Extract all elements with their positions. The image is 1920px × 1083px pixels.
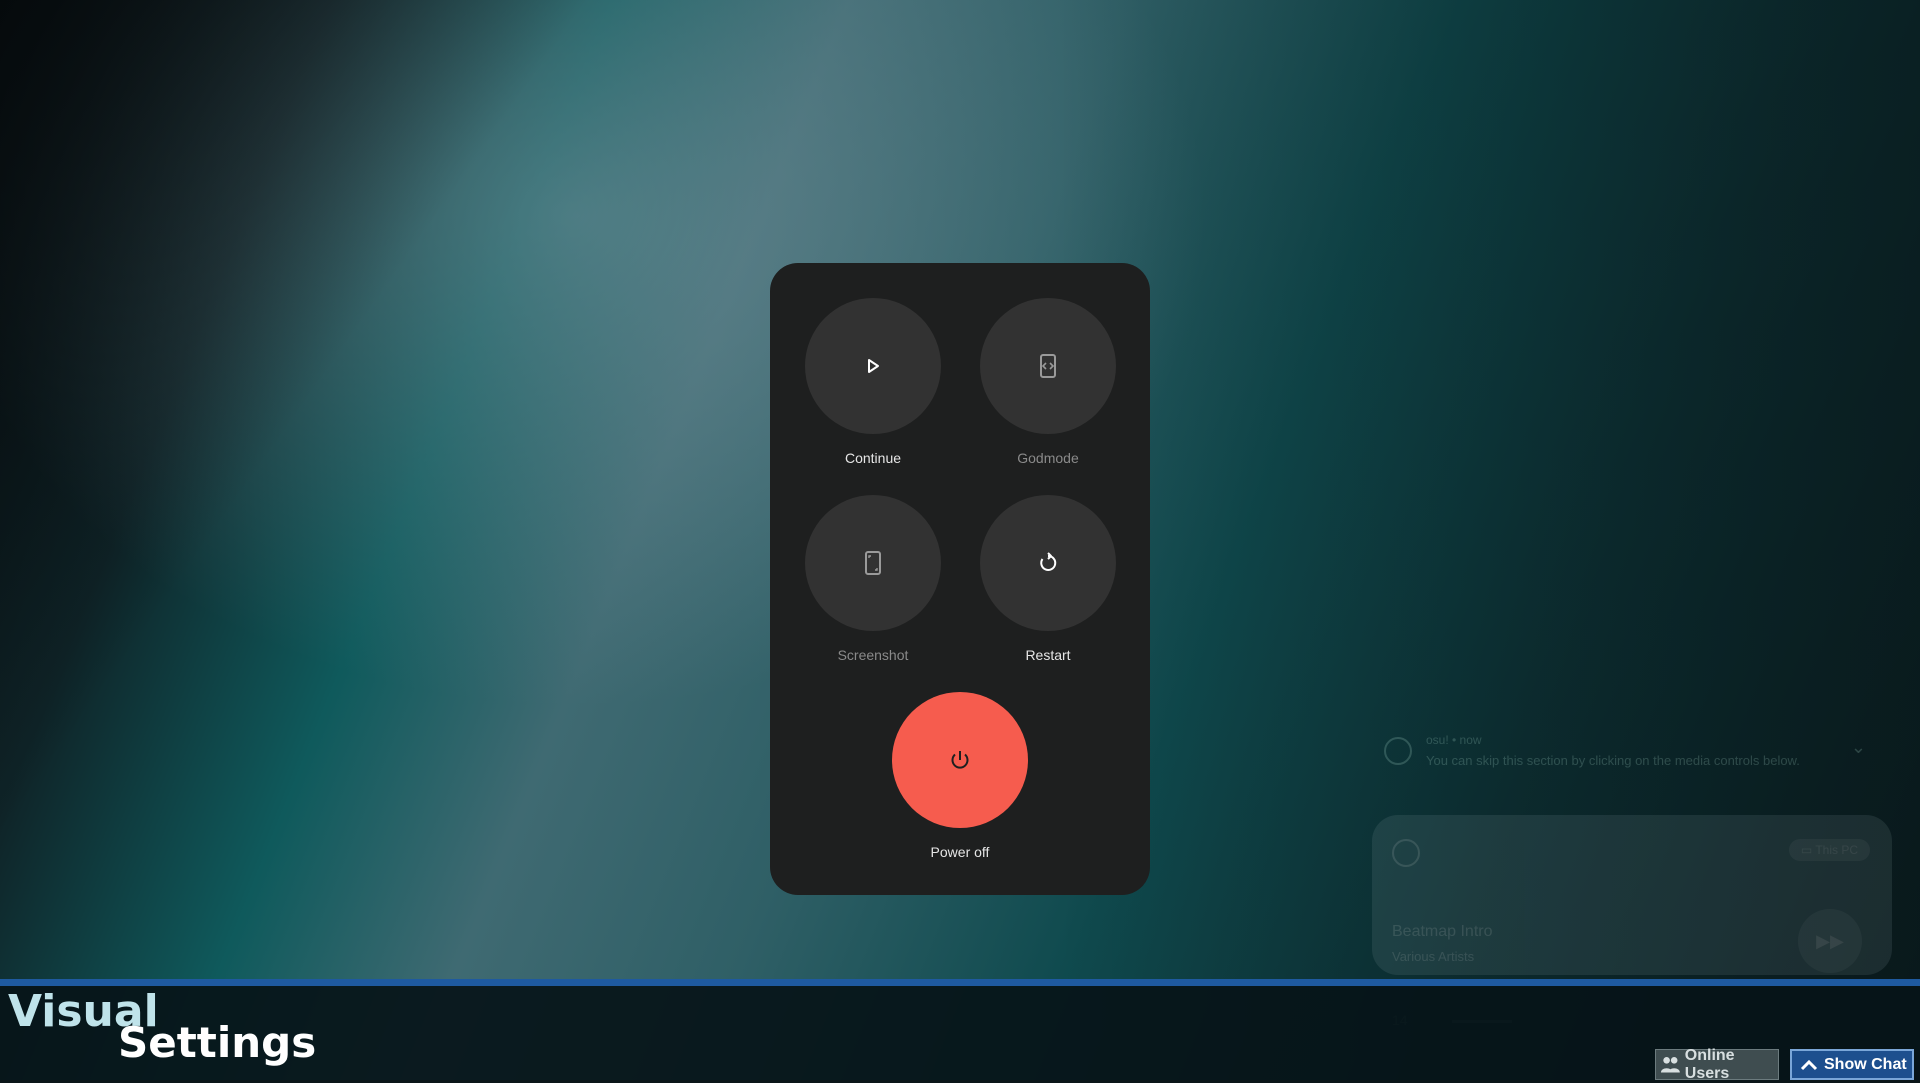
code-phone-icon (1040, 354, 1056, 378)
godmode-button[interactable] (980, 298, 1116, 434)
power-menu-panel: Continue Godmode Screenshot Restart Powe… (770, 263, 1150, 895)
continue-button[interactable] (805, 298, 941, 434)
power-off-action: Power off (892, 692, 1028, 860)
online-users-label: Online Users (1684, 1046, 1735, 1082)
screenshot-button[interactable] (805, 495, 941, 631)
godmode-action: Godmode (980, 298, 1116, 466)
fast-forward-icon: ▶▶ (1798, 909, 1862, 973)
show-chat-button[interactable]: Show Chat (1790, 1049, 1914, 1080)
godmode-label: Godmode (1017, 450, 1079, 466)
accent-divider (0, 979, 1920, 986)
restart-action: Restart (980, 495, 1116, 663)
osu-logo-icon (1384, 737, 1412, 765)
output-device-chip: ▭ This PC (1788, 839, 1870, 861)
screenshot-action: Screenshot (805, 495, 941, 663)
chevron-up-icon (1800, 1059, 1818, 1070)
monitor-icon: ▭ (1800, 843, 1816, 857)
show-chat-label: Show Chat (1824, 1055, 1907, 1073)
online-users-button[interactable]: Online Users (1655, 1046, 1779, 1082)
restart-icon (1040, 552, 1057, 571)
osu-logo-icon (1392, 839, 1420, 867)
power-off-button[interactable] (892, 692, 1028, 828)
continue-action: Continue (805, 298, 941, 466)
play-icon (868, 359, 879, 373)
output-device-label: This PC (1815, 843, 1858, 857)
screen-title-line2: Settings (118, 1018, 317, 1067)
restart-button[interactable] (980, 495, 1116, 631)
phone-screenshot-icon (865, 551, 881, 575)
media-notification: osu! • now You can skip this section by … (1372, 715, 1872, 785)
continue-label: Continue (844, 450, 902, 466)
notification-title: osu! • now (1426, 733, 1482, 747)
power-icon (951, 751, 969, 769)
users-icon (1660, 1056, 1680, 1073)
chevron-down-icon: ⌄ (1850, 737, 1866, 757)
track-title: Beatmap Intro (1392, 923, 1493, 940)
track-artist: Various Artists (1392, 949, 1475, 964)
notification-body: You can skip this section by clicking on… (1426, 753, 1800, 768)
media-player-card: ▭ This PC Beatmap Intro Various Artists … (1372, 815, 1892, 975)
power-off-label: Power off (930, 844, 990, 860)
screenshot-label: Screenshot (837, 647, 909, 663)
restart-label: Restart (1025, 647, 1071, 663)
